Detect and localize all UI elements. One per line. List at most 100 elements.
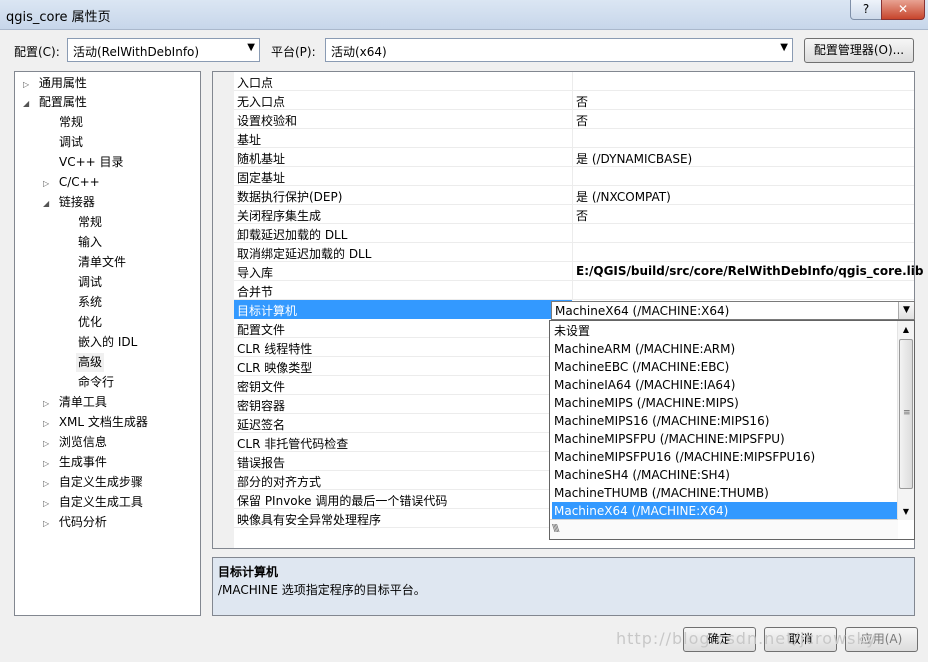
tree-item[interactable]: 系统 bbox=[78, 293, 102, 312]
tree-item-label: 优化 bbox=[78, 315, 103, 329]
property-row[interactable]: 卸载延迟加载的 DLL bbox=[234, 224, 914, 243]
property-name: 数据执行保护(DEP) bbox=[237, 190, 343, 204]
tree-item[interactable]: 调试 bbox=[59, 133, 83, 152]
target-machine-select[interactable]: MachineX64 (/MACHINE:X64) ▼ bbox=[551, 301, 915, 320]
collapse-arrow-icon[interactable]: ◢ bbox=[23, 94, 35, 113]
property-row[interactable]: 入口点 bbox=[234, 72, 914, 91]
tree-item[interactable]: 调试 bbox=[78, 273, 102, 292]
dropdown-option[interactable]: 未设置 bbox=[552, 322, 897, 340]
collapse-arrow-icon[interactable]: ◢ bbox=[43, 194, 55, 213]
tree-item-label: 输入 bbox=[78, 235, 103, 249]
tree-item-selected[interactable]: 高级 bbox=[76, 353, 105, 372]
property-value[interactable]: 是 (/DYNAMICBASE) bbox=[576, 150, 692, 167]
tree-item-label: 调试 bbox=[78, 275, 103, 289]
property-name: 部分的对齐方式 bbox=[237, 475, 322, 489]
tree-item[interactable]: 输入 bbox=[78, 233, 102, 252]
expand-arrow-icon[interactable]: ▷ bbox=[43, 174, 55, 193]
property-value[interactable]: 否 bbox=[576, 112, 588, 129]
property-row[interactable]: 固定基址 bbox=[234, 167, 914, 186]
property-row[interactable]: 合并节 bbox=[234, 281, 914, 300]
ok-button[interactable]: 确定 bbox=[683, 627, 756, 652]
cancel-button[interactable]: 取消 bbox=[764, 627, 837, 652]
dropdown-option[interactable]: MachineMIPSFPU (/MACHINE:MIPSFPU) bbox=[552, 430, 897, 448]
property-name: CLR 非托管代码检查 bbox=[237, 437, 349, 451]
resize-grip-icon: \\\\ bbox=[552, 523, 560, 534]
expand-arrow-icon[interactable]: ▷ bbox=[43, 414, 55, 433]
expand-arrow-icon[interactable]: ▷ bbox=[43, 434, 55, 453]
property-row[interactable]: 随机基址 是 (/DYNAMICBASE) bbox=[234, 148, 914, 167]
property-value[interactable]: 是 (/NXCOMPAT) bbox=[576, 188, 671, 205]
tree-item-label: 链接器 bbox=[58, 195, 95, 209]
tree-item[interactable]: ▷ 生成事件 bbox=[43, 453, 107, 472]
tree-item[interactable]: ◢ 链接器 bbox=[43, 193, 95, 212]
apply-button[interactable]: 应用(A) bbox=[845, 627, 918, 652]
property-row[interactable]: 取消绑定延迟加载的 DLL bbox=[234, 243, 914, 262]
property-name: 错误报告 bbox=[237, 456, 286, 470]
dropdown-option[interactable]: MachineARM (/MACHINE:ARM) bbox=[552, 340, 897, 358]
tree-item[interactable]: ▷ XML 文档生成器 bbox=[43, 413, 148, 432]
config-manager-button[interactable]: 配置管理器(O)... bbox=[804, 38, 914, 63]
property-tree[interactable]: ▷ 通用属性 ◢ 配置属性 常规 调试 VC++ 目录 ▷ C/C++ ◢ 链接… bbox=[14, 71, 201, 616]
tree-item[interactable]: ▷ C/C++ bbox=[43, 173, 100, 192]
property-row[interactable]: 数据执行保护(DEP) 是 (/NXCOMPAT) bbox=[234, 186, 914, 205]
tree-item[interactable]: 常规 bbox=[59, 113, 83, 132]
dropdown-option[interactable]: MachineMIPS (/MACHINE:MIPS) bbox=[552, 394, 897, 412]
tree-item[interactable]: 嵌入的 IDL bbox=[78, 333, 137, 352]
dropdown-option[interactable]: MachineMIPSFPU16 (/MACHINE:MIPSFPU16) bbox=[552, 448, 897, 466]
scrollbar-thumb[interactable]: ≡ bbox=[899, 339, 913, 489]
tree-item[interactable]: ▷ 浏览信息 bbox=[43, 433, 107, 452]
tree-item-label: 嵌入的 IDL bbox=[78, 335, 138, 349]
platform-select[interactable]: 活动(x64) ▼ bbox=[325, 38, 793, 62]
tree-item[interactable]: VC++ 目录 bbox=[59, 153, 124, 172]
property-name: 保留 PInvoke 调用的最后一个错误代码 bbox=[237, 494, 448, 508]
tree-item[interactable]: 常规 bbox=[78, 213, 102, 232]
scroll-up-icon[interactable]: ▲ bbox=[898, 321, 914, 338]
property-row[interactable]: 无入口点 否 bbox=[234, 91, 914, 110]
help-button[interactable]: ? bbox=[850, 0, 882, 20]
dropdown-option[interactable]: MachineSH4 (/MACHINE:SH4) bbox=[552, 466, 897, 484]
dropdown-option[interactable]: MachineEBC (/MACHINE:EBC) bbox=[552, 358, 897, 376]
divider bbox=[572, 72, 573, 91]
tree-item[interactable]: ◢ 配置属性 bbox=[23, 93, 87, 112]
tree-item[interactable]: ▷ 清单工具 bbox=[43, 393, 107, 412]
tree-item[interactable]: 优化 bbox=[78, 313, 102, 332]
scroll-down-icon[interactable]: ▼ bbox=[898, 503, 914, 520]
tree-item[interactable]: ▷ 通用属性 bbox=[23, 74, 87, 93]
resize-grip[interactable]: \\\\ bbox=[550, 519, 898, 539]
tree-item-label: 通用属性 bbox=[38, 76, 87, 90]
dropdown-scrollbar[interactable]: ▲ ≡ ▼ bbox=[897, 321, 914, 520]
dropdown-option-selected[interactable]: MachineX64 (/MACHINE:X64) bbox=[552, 502, 897, 520]
property-value[interactable]: 否 bbox=[576, 207, 588, 224]
window-title: qgis_core 属性页 bbox=[6, 10, 111, 25]
property-row[interactable]: 基址 bbox=[234, 129, 914, 148]
config-select-value: 活动(RelWithDebInfo) bbox=[73, 45, 200, 59]
chevron-down-icon[interactable]: ▼ bbox=[898, 302, 914, 319]
expand-arrow-icon[interactable]: ▷ bbox=[43, 394, 55, 413]
close-button[interactable]: ✕ bbox=[881, 0, 925, 20]
expand-arrow-icon[interactable]: ▷ bbox=[23, 75, 35, 94]
property-row[interactable]: 设置校验和 否 bbox=[234, 110, 914, 129]
tree-item[interactable]: ▷ 自定义生成步骤 bbox=[43, 473, 143, 492]
property-row[interactable]: 导入库 E:/QGIS/build/src/core/RelWithDebInfo… bbox=[234, 262, 924, 281]
description-panel: 目标计算机 /MACHINE 选项指定程序的目标平台。 bbox=[212, 557, 915, 616]
expand-arrow-icon[interactable]: ▷ bbox=[43, 454, 55, 473]
property-name: 目标计算机 bbox=[237, 304, 298, 318]
target-machine-dropdown[interactable]: 未设置 MachineARM (/MACHINE:ARM) MachineEBC… bbox=[549, 320, 915, 540]
chevron-down-icon: ▼ bbox=[247, 42, 255, 53]
dropdown-option[interactable]: MachineTHUMB (/MACHINE:THUMB) bbox=[552, 484, 897, 502]
dropdown-option[interactable]: MachineIA64 (/MACHINE:IA64) bbox=[552, 376, 897, 394]
config-select[interactable]: 活动(RelWithDebInfo) ▼ bbox=[67, 38, 260, 62]
property-value[interactable]: E:/QGIS/build/src/core/RelWithDebInfo/qg… bbox=[576, 264, 924, 278]
expand-arrow-icon[interactable]: ▷ bbox=[43, 474, 55, 493]
dropdown-option[interactable]: MachineMIPS16 (/MACHINE:MIPS16) bbox=[552, 412, 897, 430]
expand-arrow-icon[interactable]: ▷ bbox=[43, 494, 55, 513]
expand-arrow-icon[interactable]: ▷ bbox=[43, 514, 55, 533]
property-row[interactable]: 关闭程序集生成 否 bbox=[234, 205, 914, 224]
tree-item[interactable]: 命令行 bbox=[78, 373, 114, 392]
tree-item[interactable]: ▷ 自定义生成工具 bbox=[43, 493, 143, 512]
divider bbox=[572, 262, 573, 281]
property-value[interactable]: 否 bbox=[576, 93, 588, 110]
divider bbox=[572, 129, 573, 148]
tree-item[interactable]: 清单文件 bbox=[78, 253, 126, 272]
tree-item[interactable]: ▷ 代码分析 bbox=[43, 513, 107, 532]
